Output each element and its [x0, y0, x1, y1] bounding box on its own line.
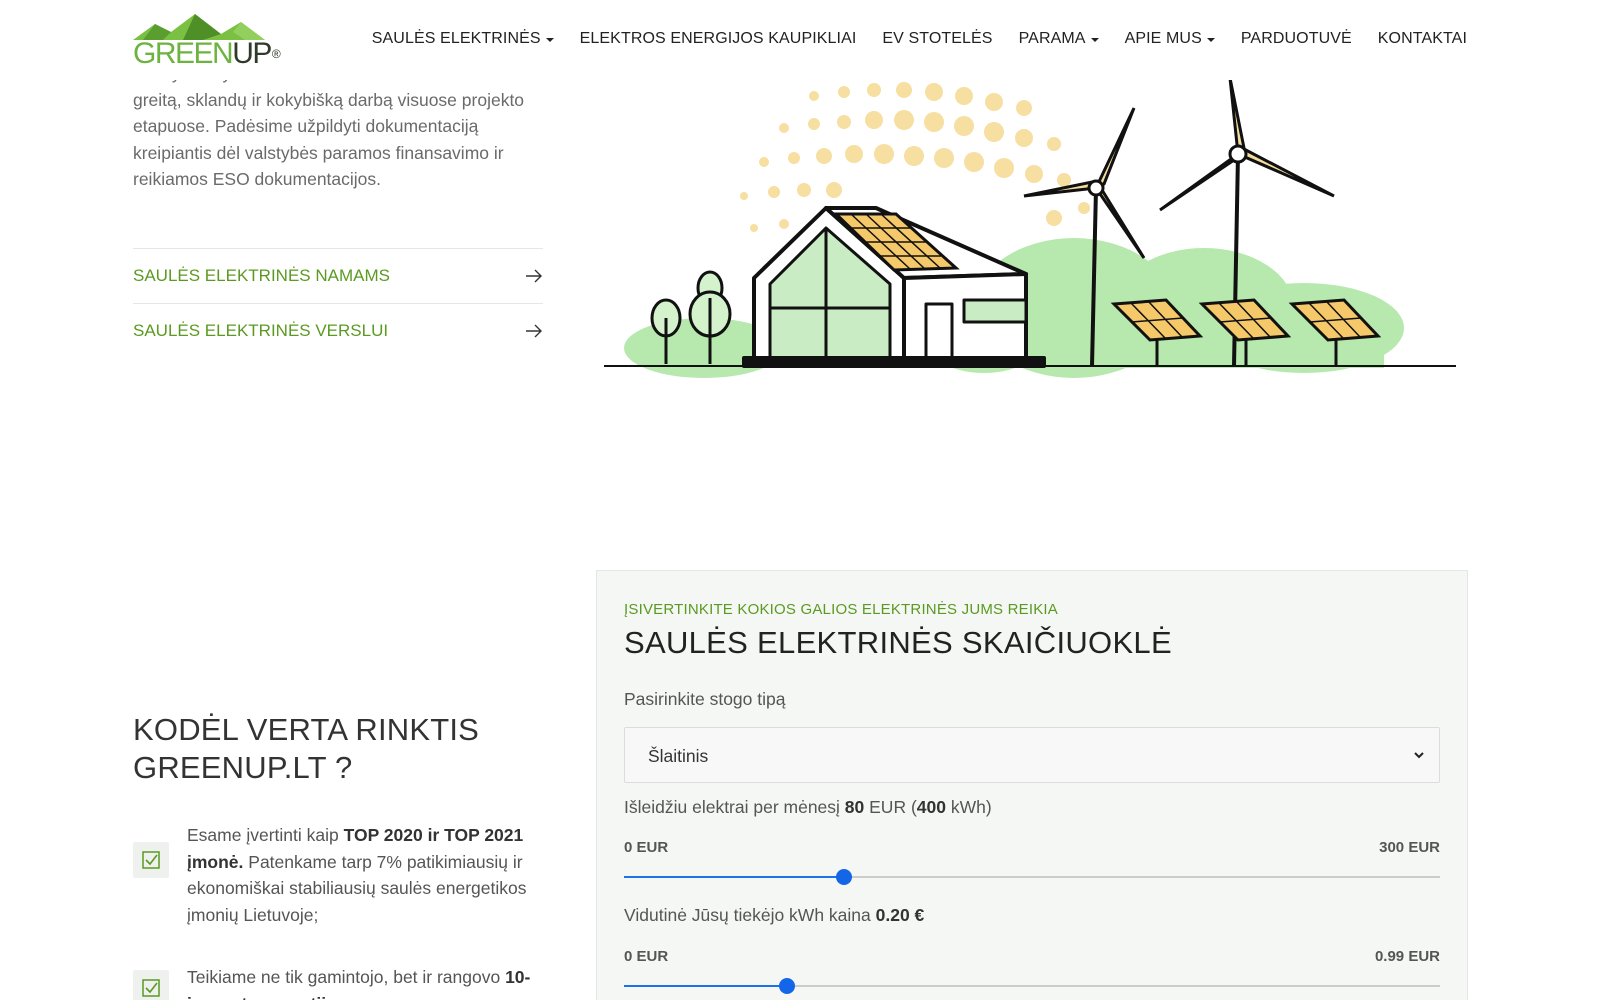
nav-item-ev-stotelės[interactable]: EV STOTELĖS — [882, 30, 992, 48]
kwh-price-label: Vidutinė Jūsų tiekėjo kWh kaina 0.20 € — [624, 905, 924, 926]
check-icon — [142, 851, 160, 869]
caret-down-icon — [545, 38, 554, 42]
why-item-text: Teikiame ne tik gamintojo, bet ir rangov… — [187, 964, 553, 1000]
spend-kwh-value: 400 — [916, 797, 946, 817]
spend-label-mid: EUR ( — [864, 797, 917, 817]
checkbox-icon — [133, 842, 169, 878]
spend-label-post: kWh) — [945, 797, 992, 817]
nav-item-label: KONTAKTAI — [1377, 30, 1467, 47]
spend-range-min: 0 EUR — [624, 839, 669, 856]
spend-slider[interactable] — [624, 869, 1440, 885]
service-links: SAULĖS ELEKTRINĖS NAMAMS SAULĖS ELEKTRIN… — [133, 248, 543, 358]
price-value: 0.20 € — [875, 905, 925, 925]
nav-item-label: EV STOTELĖS — [882, 30, 993, 47]
nav-item-parduotuvė[interactable]: PARDUOTUVĖ — [1241, 30, 1352, 48]
why-item-text: Esame įvertinti kaip TOP 2020 ir TOP 202… — [187, 822, 553, 928]
logo-registered-mark: ® — [271, 47, 281, 61]
nav-item-label: ELEKTROS ENERGIJOS KAUPIKLIAI — [579, 30, 857, 47]
nav-item-parama[interactable]: PARAMA — [1019, 30, 1099, 48]
solar-calculator-card: ĮSIVERTINKITE KOKIOS GALIOS ELEKTRINĖS J… — [596, 570, 1468, 1000]
price-slider-fill — [624, 985, 788, 987]
nav-item-label: SAULĖS ELEKTRINĖS — [371, 30, 541, 47]
nav-item-apie-mus[interactable]: APIE MUS — [1125, 30, 1215, 48]
roof-type-select[interactable]: Šlaitinis — [624, 727, 1440, 783]
checkbox-icon — [133, 970, 169, 1000]
roof-type-value: Šlaitinis — [648, 746, 709, 766]
price-slider-thumb[interactable] — [779, 978, 796, 994]
roof-type-label: Pasirinkite stogo tipą — [624, 689, 786, 709]
logo-wordmark: GREENUP® — [133, 37, 281, 70]
link-solar-homes[interactable]: SAULĖS ELEKTRINĖS NAMAMS — [133, 248, 543, 303]
link-solar-business[interactable]: SAULĖS ELEKTRINĖS VERSLUI — [133, 303, 543, 358]
house-solar-wind-illustration — [604, 78, 1456, 378]
calculator-title: SAULĖS ELEKTRINĖS SKAIČIUOKLĖ — [624, 625, 1172, 660]
arrow-right-icon — [526, 269, 542, 283]
spend-label-pre: Išleidžiu elektrai per mėnesį — [624, 797, 845, 817]
nav-item-label: APIE MUS — [1124, 30, 1202, 47]
caret-down-icon — [1206, 38, 1215, 42]
why-item-text-pre: Teikiame ne tik gamintojo, bet ir rangov… — [187, 967, 506, 987]
arrow-right-icon — [526, 324, 542, 338]
price-range-max: 0.99 EUR — [1374, 948, 1440, 965]
why-item-text-pre: Esame įvertinti kaip — [187, 825, 344, 845]
check-icon — [142, 979, 160, 997]
price-slider[interactable] — [624, 978, 1440, 994]
monthly-spend-label: Išleidžiu elektrai per mėnesį 80 EUR (40… — [624, 797, 992, 818]
nav-item-saulės-elektrinės[interactable]: SAULĖS ELEKTRINĖS — [372, 30, 554, 48]
spend-slider-thumb[interactable] — [836, 869, 853, 885]
site-header: GREENUP® SAULĖS ELEKTRINĖS ELEKTROS ENERG… — [0, 0, 1600, 80]
spend-eur-value: 80 — [844, 797, 865, 817]
link-solar-business-label: SAULĖS ELEKTRINĖS VERSLUI — [133, 321, 389, 340]
logo-text-dark: UP — [232, 37, 272, 70]
calculator-kicker: ĮSIVERTINKITE KOKIOS GALIOS ELEKTRINĖS J… — [624, 601, 1058, 618]
nav-item-elektros-energijos-kaupikliai[interactable]: ELEKTROS ENERGIJOS KAUPIKLIAI — [580, 30, 857, 48]
spend-slider-fill — [624, 876, 845, 878]
price-label-pre: Vidutinė Jūsų tiekėjo kWh kaina — [624, 905, 876, 925]
nav-item-label: PARDUOTUVĖ — [1240, 30, 1352, 47]
logo-text-green: GREEN — [133, 37, 234, 70]
nav-item-label: PARAMA — [1018, 30, 1086, 47]
main-navigation: SAULĖS ELEKTRINĖS ELEKTROS ENERGIJOS KAUP… — [372, 30, 1467, 48]
greenup-logo[interactable]: GREENUP® — [133, 12, 281, 70]
price-range-min: 0 EUR — [624, 948, 669, 965]
nav-item-kontaktai[interactable]: KONTAKTAI — [1378, 30, 1467, 48]
spend-range-max: 300 EUR — [1379, 839, 1440, 856]
why-choose-title: KODĖL VERTA RINKTIS GREENUP.LT ? — [133, 712, 480, 785]
chevron-down-icon — [1414, 752, 1424, 759]
caret-down-icon — [1090, 38, 1099, 42]
link-solar-homes-label: SAULĖS ELEKTRINĖS NAMAMS — [133, 266, 390, 285]
